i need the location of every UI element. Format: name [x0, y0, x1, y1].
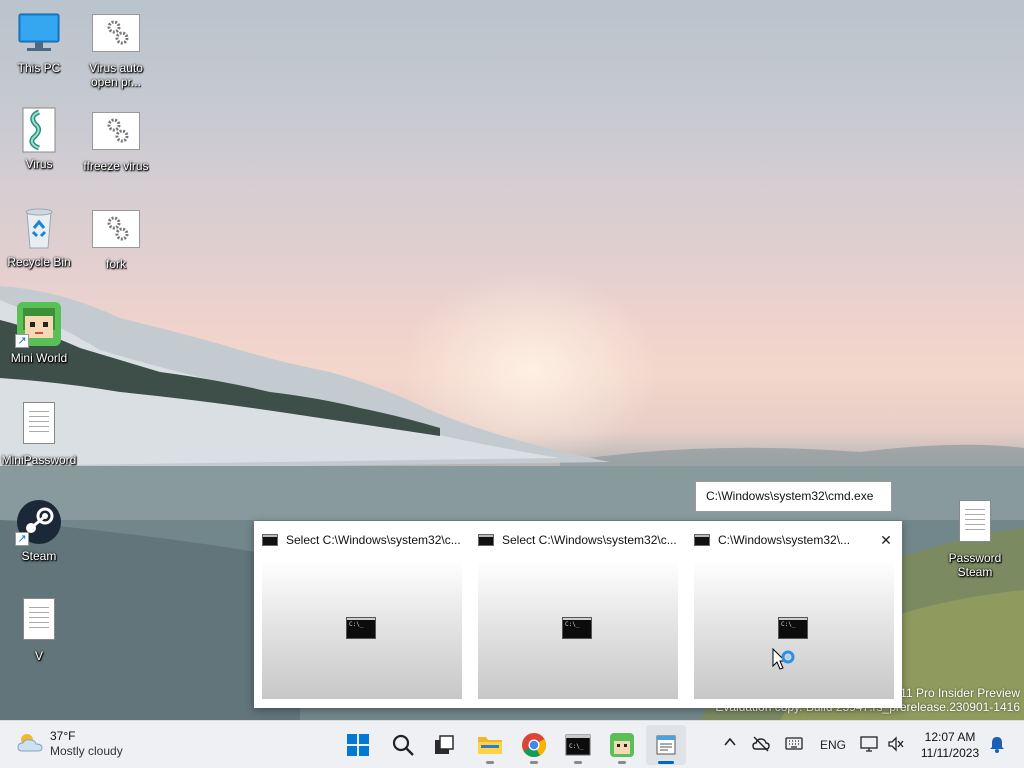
chevron-up-icon [724, 737, 736, 746]
cmd-icon [262, 534, 278, 546]
running-indicator [618, 761, 626, 764]
svg-text:C:\_: C:\_ [569, 743, 584, 750]
touch-keyboard-button[interactable] [785, 737, 803, 754]
start-button[interactable] [338, 725, 378, 765]
preview-window-title: C:\Windows\system32\... [718, 533, 851, 547]
weather-widget[interactable]: 37°F Mostly cloudy [16, 729, 123, 759]
network-status[interactable] [752, 736, 770, 755]
settings-file-icon [92, 10, 140, 58]
weather-condition: Mostly cloudy [50, 744, 123, 758]
keyboard-icon [785, 737, 803, 750]
text-file-icon [951, 500, 999, 548]
close-icon[interactable]: ✕ [878, 532, 894, 549]
desktop-icon-label: Steam [21, 549, 57, 563]
mini-world-icon: ↗ [15, 300, 63, 348]
chrome-icon [522, 733, 547, 758]
cloud-offline-icon [752, 736, 770, 752]
shortcut-arrow-icon: ↗ [15, 334, 29, 348]
weather-temperature: 37°F [50, 729, 76, 743]
chrome-button[interactable] [514, 725, 554, 765]
task-view-button[interactable] [424, 725, 464, 765]
search-icon [392, 734, 414, 756]
mini-world-icon [610, 733, 634, 757]
recycle-bin-icon [15, 204, 63, 252]
settings-file-icon [92, 108, 140, 156]
preview-window-thumbnail[interactable]: C:\_ [478, 561, 678, 699]
preview-window-title: Select C:\Windows\system32\c... [502, 533, 677, 547]
desktop-icon-this-pc[interactable]: This PC [1, 10, 77, 75]
taskbar-thumbnail-preview: Select C:\Windows\system32\c... C:\_ Sel… [254, 521, 902, 708]
notepad-icon [656, 735, 676, 755]
preview-window-title: Select C:\Windows\system32\c... [286, 533, 461, 547]
text-file-icon [15, 402, 63, 450]
script-file-icon [15, 106, 63, 154]
cmd-icon [478, 534, 494, 546]
taskbar: 37°F Mostly cloudy C:\_ ENG 12:07 AM 11/… [0, 720, 1024, 768]
partly-cloudy-icon [16, 731, 44, 758]
tooltip: C:\Windows\system32\cmd.exe [695, 481, 892, 512]
running-indicator [530, 761, 538, 764]
mini-world-button[interactable] [602, 725, 642, 765]
folder-icon [478, 737, 502, 754]
cmd-icon: C:\_ [778, 617, 808, 639]
cmd-icon: C:\_ [346, 617, 376, 639]
monitor-icon [860, 736, 878, 752]
desktop-icon-v[interactable]: V [1, 598, 77, 663]
desktop-icon-password-steam[interactable]: Password Steam [937, 500, 1013, 579]
desktop-icon-virus-auto-open[interactable]: Virus auto open pr... [78, 10, 154, 89]
speaker-muted-icon [888, 736, 904, 752]
clock-time: 12:07 AM [924, 730, 976, 744]
shortcut-arrow-icon: ↗ [15, 532, 29, 546]
desktop-icon-label: ffreeze virus [83, 159, 149, 173]
clock[interactable]: 12:07 AM 11/11/2023 [918, 729, 982, 761]
desktop-icon-fork[interactable]: fork [78, 206, 154, 271]
file-explorer-button[interactable] [470, 725, 510, 765]
desktop-icon-recycle-bin[interactable]: Recycle Bin [1, 204, 77, 269]
windows-logo-icon [347, 734, 369, 756]
monitor-icon [15, 10, 63, 58]
busy-cursor-icon [772, 647, 798, 681]
text-file-icon [15, 598, 63, 646]
show-hidden-icons-chevron[interactable] [724, 736, 736, 751]
desktop-icon-label: Virus [25, 157, 53, 171]
preview-window-2[interactable]: Select C:\Windows\system32\c... C:\_ [470, 521, 686, 708]
desktop-icon-label: V [34, 649, 43, 663]
display-button[interactable] [860, 736, 878, 755]
cmd-icon: C:\_ [565, 734, 591, 756]
clock-date: 11/11/2023 [920, 746, 980, 760]
desktop-icon-virus[interactable]: Virus [1, 106, 77, 171]
task-view-icon [435, 735, 454, 754]
running-indicator [574, 761, 582, 764]
active-indicator [658, 761, 674, 764]
settings-file-icon [92, 206, 140, 254]
desktop-icon-mini-world[interactable]: ↗ Mini World [1, 300, 77, 365]
desktop-icon-label: Mini World [10, 351, 68, 365]
desktop-icon-label: Virus auto open pr... [89, 61, 143, 89]
desktop-icon-label: Recycle Bin [7, 255, 71, 269]
preview-window-1[interactable]: Select C:\Windows\system32\c... C:\_ [254, 521, 470, 708]
steam-icon: ↗ [15, 498, 63, 546]
command-prompt-button[interactable]: C:\_ [558, 725, 598, 765]
language-indicator[interactable]: ENG [820, 738, 846, 752]
cmd-icon [694, 534, 710, 546]
desktop-icon-steam[interactable]: ↗ Steam [1, 498, 77, 563]
notepad-button[interactable] [646, 725, 686, 765]
desktop-icon-label: This PC [17, 61, 61, 75]
volume-button[interactable] [887, 736, 905, 755]
notifications-button[interactable] [989, 735, 1005, 756]
desktop-icon-minipassword[interactable]: MiniPassword [1, 402, 77, 467]
running-indicator [486, 761, 494, 764]
desktop-icon-label: Password Steam [948, 551, 1002, 579]
bell-icon [990, 737, 1004, 753]
preview-window-thumbnail[interactable]: C:\_ [262, 561, 462, 699]
search-button[interactable] [383, 725, 423, 765]
desktop-icon-label: MiniPassword [1, 453, 77, 467]
desktop-icon-label: fork [105, 257, 126, 271]
desktop-icon-ffreeze-virus[interactable]: ffreeze virus [78, 108, 154, 173]
cmd-icon: C:\_ [562, 617, 592, 639]
